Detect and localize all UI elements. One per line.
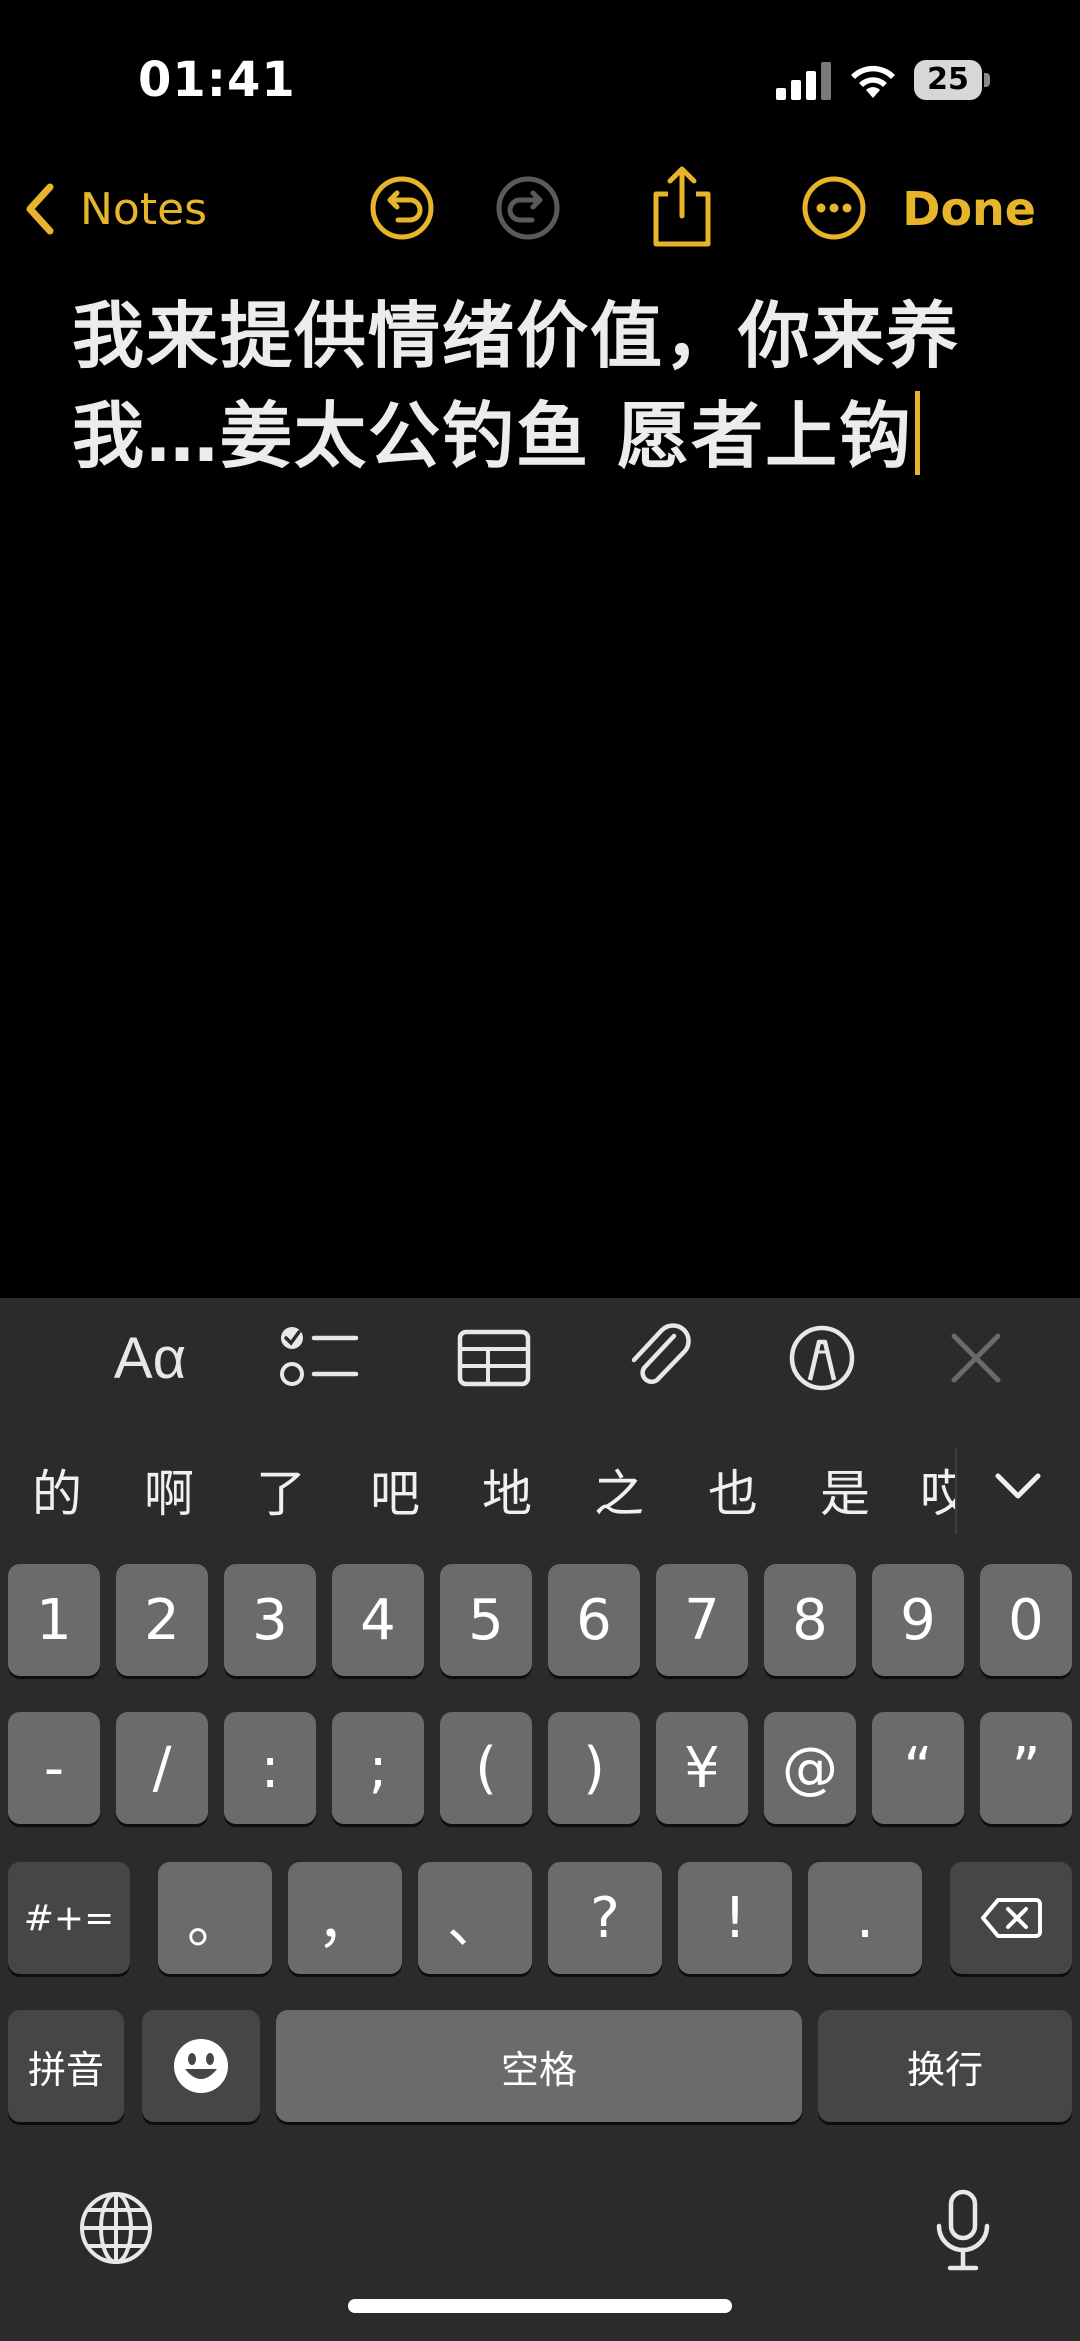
status-bar: 01:41 25: [0, 0, 1080, 150]
home-indicator[interactable]: [348, 2299, 732, 2313]
redo-icon[interactable]: [490, 170, 566, 246]
key-comma[interactable]: ，: [288, 1862, 402, 1974]
cellular-signal-icon: [776, 62, 831, 100]
note-text-area[interactable]: 我来提供情绪价值，你来养 我…姜太公钓鱼 愿者上钩: [72, 286, 1012, 486]
candidate-item[interactable]: 也: [698, 1454, 768, 1526]
key-2[interactable]: 2: [116, 1564, 208, 1676]
candidate-item[interactable]: 哎: [920, 1454, 956, 1526]
back-label: Notes: [80, 183, 208, 235]
key-6[interactable]: 6: [548, 1564, 640, 1676]
space-key[interactable]: 空格: [276, 2010, 802, 2122]
key-close-quote[interactable]: ”: [980, 1712, 1072, 1824]
key-semicolon[interactable]: ;: [332, 1712, 424, 1824]
candidate-item[interactable]: 啊: [134, 1454, 204, 1526]
back-button[interactable]: Notes: [20, 174, 207, 244]
battery-indicator: 25: [914, 60, 990, 100]
candidate-item[interactable]: 了: [246, 1454, 316, 1526]
key-yen[interactable]: ¥: [656, 1712, 748, 1824]
key-more-symbols[interactable]: #+=: [8, 1862, 130, 1974]
key-dash[interactable]: -: [8, 1712, 100, 1824]
emoji-key[interactable]: [142, 2010, 260, 2122]
note-line-1: 我来提供情绪价值，你来养: [72, 294, 961, 378]
candidate-item[interactable]: 吧: [360, 1454, 430, 1526]
text-cursor: [915, 391, 921, 475]
microphone-icon[interactable]: [928, 2186, 998, 2276]
key-enumeration-comma[interactable]: 、: [418, 1862, 532, 1974]
battery-nub: [984, 73, 990, 87]
key-open-quote[interactable]: “: [872, 1712, 964, 1824]
candidate-item[interactable]: 之: [584, 1454, 654, 1526]
battery-level: 25: [927, 62, 969, 97]
candidate-bar: 的 啊 了 吧 地 之 也 是 哎: [0, 1418, 1080, 1558]
key-open-paren[interactable]: (: [440, 1712, 532, 1824]
key-period[interactable]: .: [808, 1862, 922, 1974]
more-icon[interactable]: [796, 170, 872, 246]
keyboard: 的 啊 了 吧 地 之 也 是 哎 1 2 3 4 5 6 7 8 9 0 - …: [0, 1418, 1080, 2341]
return-key[interactable]: 换行: [818, 2010, 1072, 2122]
key-8[interactable]: 8: [764, 1564, 856, 1676]
key-colon[interactable]: :: [224, 1712, 316, 1824]
backspace-icon: [981, 1898, 1042, 1938]
paperclip-icon[interactable]: [622, 1322, 698, 1394]
key-full-stop[interactable]: 。: [158, 1862, 272, 1974]
chevron-left-icon: [26, 183, 54, 235]
key-pinyin-mode[interactable]: 拼音: [8, 2010, 124, 2122]
status-time: 01:41: [138, 52, 296, 108]
key-close-paren[interactable]: ): [548, 1712, 640, 1824]
key-7[interactable]: 7: [656, 1564, 748, 1676]
wifi-icon: [851, 65, 895, 98]
key-at[interactable]: @: [764, 1712, 856, 1824]
key-5[interactable]: 5: [440, 1564, 532, 1676]
chevron-down-icon[interactable]: [990, 1458, 1046, 1514]
emoji-icon: [174, 2039, 228, 2093]
delete-key[interactable]: [950, 1862, 1072, 1974]
nav-bar: Notes Done: [0, 160, 1080, 260]
undo-icon[interactable]: [364, 170, 440, 246]
key-1[interactable]: 1: [8, 1564, 100, 1676]
globe-icon[interactable]: [76, 2188, 156, 2268]
text-style-button[interactable]: Aα: [100, 1322, 200, 1394]
note-line-2-wrap: 我…姜太公钓鱼 愿者上钩: [72, 386, 1012, 486]
candidate-divider: [955, 1448, 957, 1534]
close-icon[interactable]: [944, 1322, 1008, 1394]
key-4[interactable]: 4: [332, 1564, 424, 1676]
key-9[interactable]: 9: [872, 1564, 964, 1676]
table-icon[interactable]: [454, 1322, 534, 1394]
candidate-item[interactable]: 地: [472, 1454, 542, 1526]
share-icon[interactable]: [644, 164, 720, 250]
key-0[interactable]: 0: [980, 1564, 1072, 1676]
markup-pen-icon[interactable]: [786, 1322, 858, 1394]
key-question[interactable]: ?: [548, 1862, 662, 1974]
format-toolbar: Aα: [0, 1298, 1080, 1418]
key-exclamation[interactable]: !: [678, 1862, 792, 1974]
done-button[interactable]: Done: [902, 182, 1036, 236]
candidate-item[interactable]: 是: [810, 1454, 880, 1526]
key-3[interactable]: 3: [224, 1564, 316, 1676]
checklist-icon[interactable]: [278, 1322, 362, 1394]
note-line-2: 我…姜太公钓鱼 愿者上钩: [72, 394, 914, 478]
key-slash[interactable]: /: [116, 1712, 208, 1824]
candidate-item[interactable]: 的: [22, 1454, 92, 1526]
